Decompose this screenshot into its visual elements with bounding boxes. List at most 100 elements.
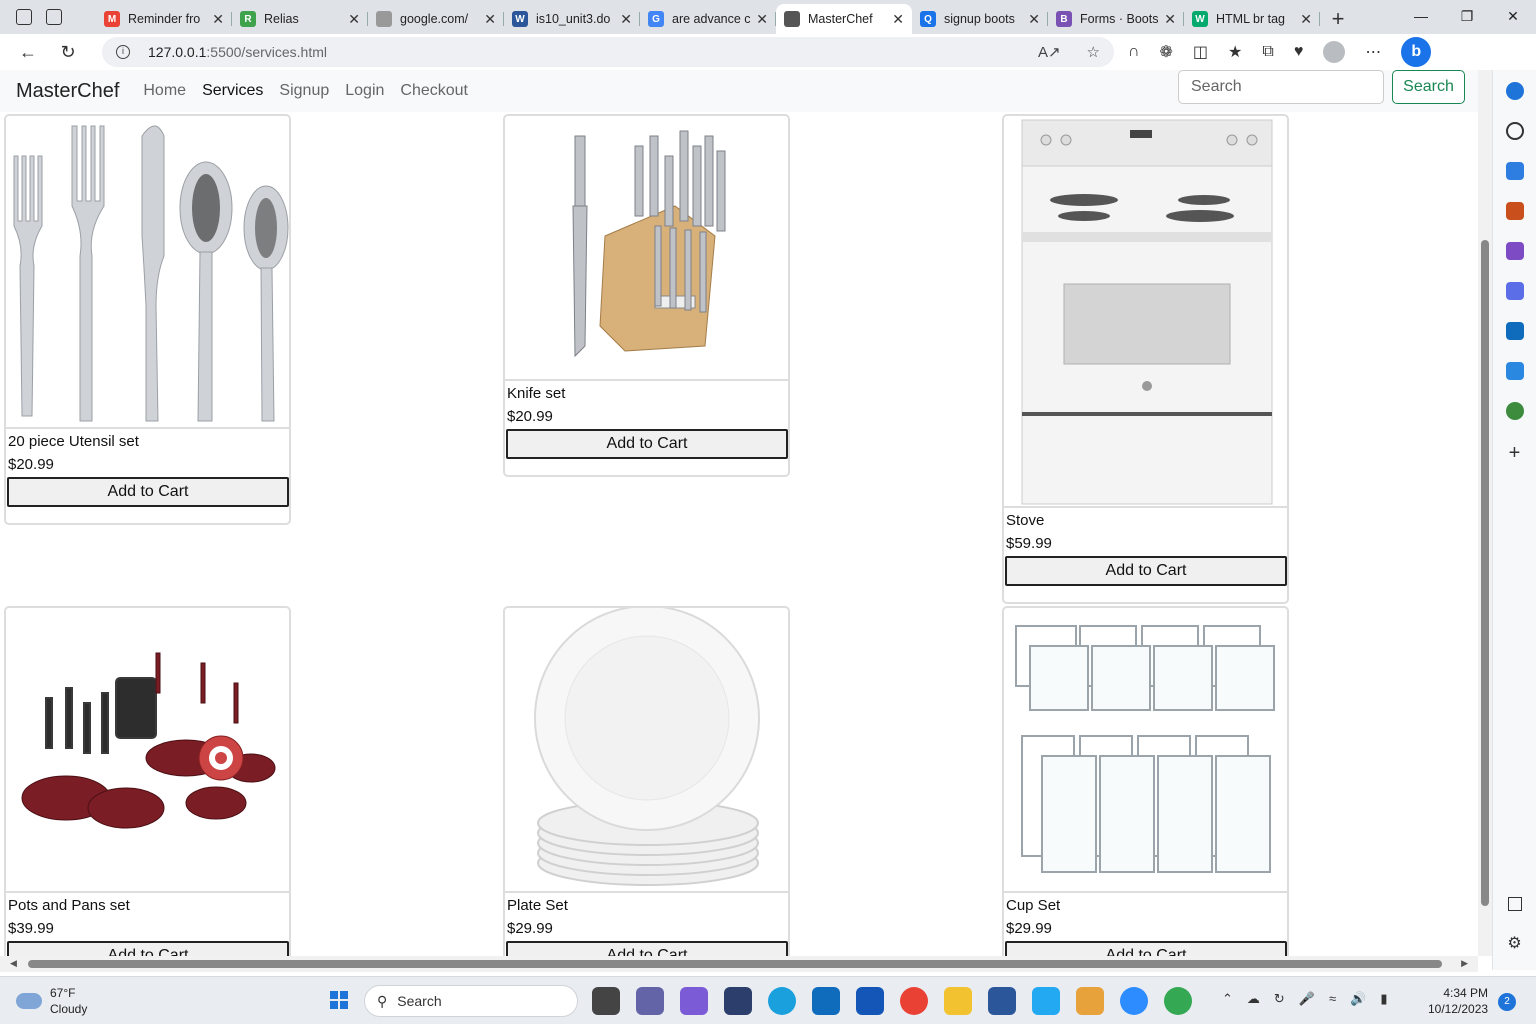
- browser-tab[interactable]: Wis10_unit3.do ✕: [504, 4, 640, 34]
- browser-tab[interactable]: M Reminder fro ✕: [96, 4, 232, 34]
- scroll-right-icon[interactable]: ▶: [1461, 958, 1468, 969]
- close-tab-icon[interactable]: ✕: [756, 11, 768, 28]
- taskbar-search[interactable]: ⚲ Search: [364, 985, 578, 1017]
- add-to-cart-button[interactable]: Add to Cart: [1005, 941, 1287, 956]
- add-to-cart-button[interactable]: Add to Cart: [506, 941, 788, 956]
- send-icon[interactable]: [1505, 362, 1524, 380]
- microsoft-365-icon[interactable]: [1505, 282, 1524, 300]
- horizontal-scroll-thumb[interactable]: [28, 960, 1442, 968]
- sync-icon[interactable]: ↻: [1274, 991, 1285, 1007]
- browser-tab[interactable]: Gare advance c ✕: [640, 4, 776, 34]
- collections-icon[interactable]: ⧉: [1262, 43, 1273, 61]
- tab-actions-icon[interactable]: [46, 9, 62, 25]
- nav-link-signup[interactable]: Signup: [279, 82, 329, 100]
- workspaces-icon[interactable]: [16, 9, 32, 25]
- vertical-scrollbar[interactable]: [1478, 70, 1492, 956]
- notifications-bell-icon[interactable]: [1505, 82, 1524, 100]
- add-to-cart-button[interactable]: Add to Cart: [1005, 556, 1287, 586]
- edge-sidebar: + ⚙: [1492, 70, 1536, 970]
- close-tab-icon[interactable]: ✕: [484, 11, 496, 28]
- battery-icon[interactable]: ▮: [1380, 991, 1387, 1007]
- restore-icon[interactable]: ❐: [1444, 0, 1490, 32]
- performance-icon[interactable]: ∩: [1128, 43, 1140, 61]
- add-to-cart-button[interactable]: Add to Cart: [7, 941, 289, 956]
- close-tab-icon[interactable]: ✕: [1164, 11, 1176, 28]
- nav-link-login[interactable]: Login: [345, 82, 384, 100]
- extensions-icon[interactable]: ❁: [1160, 42, 1173, 62]
- chevron-up-icon[interactable]: ⌃: [1222, 991, 1233, 1007]
- settings-gear-icon[interactable]: ⚙: [1507, 933, 1521, 953]
- read-aloud-icon[interactable]: A↗: [1038, 43, 1061, 61]
- close-tab-icon[interactable]: ✕: [212, 11, 224, 28]
- site-info-icon[interactable]: i: [116, 45, 130, 59]
- nav-link-home[interactable]: Home: [143, 82, 186, 100]
- app-icon[interactable]: [724, 987, 752, 1015]
- store-icon[interactable]: [856, 987, 884, 1015]
- profile-avatar[interactable]: [1323, 41, 1346, 63]
- split-screen-icon[interactable]: ◫: [1193, 42, 1208, 62]
- volume-icon[interactable]: 🔊: [1350, 991, 1366, 1007]
- task-view-icon[interactable]: [592, 987, 620, 1015]
- add-to-cart-button[interactable]: Add to Cart: [506, 429, 788, 459]
- close-tab-icon[interactable]: ✕: [620, 11, 632, 28]
- notification-badge[interactable]: 2: [1498, 993, 1516, 1011]
- favorite-star-icon[interactable]: ☆: [1087, 43, 1100, 61]
- vscode-icon[interactable]: [1032, 987, 1060, 1015]
- product-name: Knife set: [507, 385, 566, 402]
- search-button[interactable]: Search: [1392, 70, 1465, 104]
- brand-logo[interactable]: MasterChef: [16, 80, 119, 103]
- close-tab-icon[interactable]: ✕: [892, 11, 904, 28]
- scroll-left-icon[interactable]: ◀: [10, 958, 17, 969]
- browser-essentials-icon[interactable]: ♥: [1294, 43, 1304, 61]
- clock[interactable]: 4:34 PM 10/12/2023: [1428, 985, 1488, 1017]
- nav-link-checkout[interactable]: Checkout: [400, 82, 468, 100]
- chrome-profile-icon[interactable]: [1164, 987, 1192, 1015]
- microphone-icon[interactable]: 🎤: [1299, 991, 1315, 1007]
- tab-title: MasterChef: [808, 12, 873, 26]
- teams-icon[interactable]: [636, 987, 664, 1015]
- nav-link-services[interactable]: Services: [202, 82, 263, 100]
- wifi-icon[interactable]: ≈: [1329, 991, 1336, 1007]
- vertical-scroll-thumb[interactable]: [1481, 240, 1489, 906]
- minimize-icon[interactable]: —: [1398, 0, 1444, 32]
- close-tab-icon[interactable]: ✕: [348, 11, 360, 28]
- outlook-icon[interactable]: [1505, 322, 1524, 340]
- url-field[interactable]: i 127.0.0.1:5500/services.html A↗ ☆: [102, 37, 1114, 67]
- back-icon[interactable]: ←: [8, 42, 48, 63]
- horizontal-scrollbar[interactable]: ◀ ▶: [0, 956, 1478, 972]
- start-button[interactable]: [330, 991, 348, 1009]
- close-tab-icon[interactable]: ✕: [1300, 11, 1312, 28]
- photos-icon[interactable]: [1076, 987, 1104, 1015]
- close-window-icon[interactable]: ✕: [1490, 0, 1536, 32]
- copilot-app-icon[interactable]: [680, 987, 708, 1015]
- chrome-icon[interactable]: [900, 987, 928, 1015]
- favorites-icon[interactable]: ★: [1228, 42, 1242, 62]
- file-explorer-icon[interactable]: [944, 987, 972, 1015]
- search-input[interactable]: [1178, 70, 1384, 104]
- browser-tab[interactable]: MasterChef ✕: [776, 4, 912, 34]
- mail-icon[interactable]: [812, 987, 840, 1015]
- word-icon[interactable]: [988, 987, 1016, 1015]
- weather-widget[interactable]: 67°F Cloudy: [16, 985, 87, 1017]
- zoom-icon[interactable]: [1120, 987, 1148, 1015]
- search-icon[interactable]: [1505, 122, 1524, 140]
- more-options-icon[interactable]: ⋯: [1365, 42, 1381, 62]
- browser-tab[interactable]: R Relias ✕: [232, 4, 368, 34]
- add-sidebar-app-icon[interactable]: +: [1509, 442, 1521, 465]
- browser-tab[interactable]: Qsignup boots ✕: [912, 4, 1048, 34]
- close-tab-icon[interactable]: ✕: [1028, 11, 1040, 28]
- browser-tab[interactable]: google.com/ ✕: [368, 4, 504, 34]
- tools-briefcase-icon[interactable]: [1505, 202, 1524, 220]
- copilot-icon[interactable]: b: [1401, 37, 1432, 67]
- browser-tab[interactable]: B Forms · Boots ✕: [1048, 4, 1184, 34]
- tree-icon[interactable]: [1505, 402, 1524, 420]
- onedrive-cloud-icon[interactable]: ☁: [1247, 991, 1260, 1007]
- shopping-tag-icon[interactable]: [1505, 162, 1524, 180]
- edge-icon[interactable]: [768, 987, 796, 1015]
- browser-tab[interactable]: W HTML br tag ✕: [1184, 4, 1320, 34]
- games-icon[interactable]: [1505, 242, 1524, 260]
- sidebar-toggle-icon[interactable]: [1507, 897, 1522, 911]
- new-tab-button[interactable]: +: [1320, 4, 1356, 34]
- add-to-cart-button[interactable]: Add to Cart: [7, 477, 289, 507]
- refresh-icon[interactable]: ↻: [48, 42, 88, 63]
